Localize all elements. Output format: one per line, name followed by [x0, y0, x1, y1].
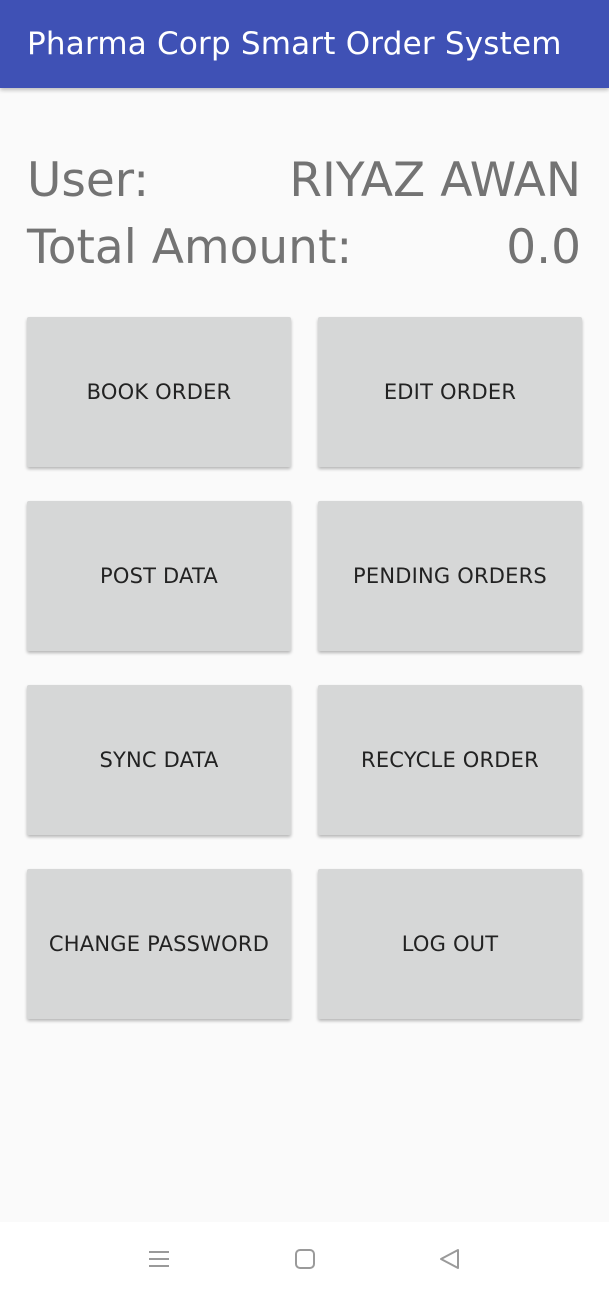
user-row: User: RIYAZ AWAN [27, 150, 581, 210]
total-amount-value: 0.0 [506, 219, 581, 275]
system-nav-bar [0, 1222, 609, 1297]
total-amount-row: Total Amount: 0.0 [27, 217, 581, 277]
user-label: User: [27, 152, 150, 208]
edit-order-button[interactable]: EDIT ORDER [318, 317, 582, 467]
app-title: Pharma Corp Smart Order System [27, 26, 562, 62]
pending-orders-button[interactable]: PENDING ORDERS [318, 501, 582, 651]
change-password-button[interactable]: CHANGE PASSWORD [27, 869, 291, 1019]
user-value: RIYAZ AWAN [289, 152, 581, 208]
app-bar: Pharma Corp Smart Order System [0, 0, 609, 88]
home-square-icon[interactable] [290, 1244, 320, 1274]
sync-data-button[interactable]: SYNC DATA [27, 685, 291, 835]
post-data-button[interactable]: POST DATA [27, 501, 291, 651]
menu-icon[interactable] [144, 1244, 174, 1274]
back-triangle-icon[interactable] [434, 1244, 464, 1274]
total-amount-label: Total Amount: [27, 219, 353, 275]
book-order-button[interactable]: BOOK ORDER [27, 317, 291, 467]
recycle-order-button[interactable]: RECYCLE ORDER [318, 685, 582, 835]
action-grid: BOOK ORDER EDIT ORDER POST DATA PENDING … [27, 317, 582, 1019]
log-out-button[interactable]: LOG OUT [318, 869, 582, 1019]
